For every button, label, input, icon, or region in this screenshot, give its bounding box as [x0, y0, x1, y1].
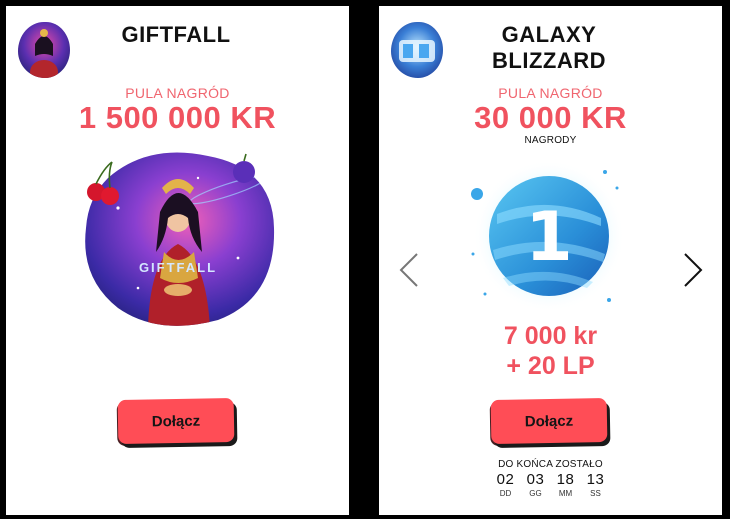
prize-pool-value: 30 000 KR: [474, 100, 627, 135]
prize-pool-label: PULA NAGRÓD: [125, 85, 230, 101]
countdown-days: 02 DD: [496, 471, 515, 499]
prizes-label: NAGRODY: [524, 135, 577, 146]
giftfall-thumbnail[interactable]: [18, 22, 70, 78]
prize-amount: 7 000 kr: [503, 322, 598, 350]
tournament-title-line1: GALAXY: [501, 22, 597, 47]
prize-pool-label: PULA NAGRÓD: [498, 85, 603, 101]
join-button[interactable]: Dołącz: [490, 397, 608, 445]
giftfall-hero-image: GIFTFALL: [78, 148, 278, 328]
prize-pool-value: 1 500 000 KR: [78, 100, 277, 135]
rank-badge: 1: [467, 154, 627, 314]
join-button[interactable]: Dołącz: [117, 397, 235, 445]
rank-number: 1: [525, 198, 572, 277]
prize-points: + 20 LP: [506, 352, 595, 380]
tournament-card-giftfall: GIFTFALL PULA NAGRÓD 1 500 000 KR GIFTFA…: [6, 6, 349, 515]
tournament-title: GIFTFALL: [121, 22, 231, 47]
countdown-label: DO KOŃCA ZOSTAŁO: [498, 459, 603, 470]
tournament-title-line2: BLIZZARD: [492, 48, 606, 73]
tournament-card-galaxy-blizzard: GALAXY BLIZZARD PULA NAGRÓD 30 000 KR NA…: [379, 6, 722, 515]
countdown-timer: 02 DD 03 GG 18 MM 13 SS: [379, 472, 722, 499]
chevron-right-icon[interactable]: [681, 252, 705, 288]
galaxy-blizzard-thumbnail[interactable]: [391, 22, 443, 78]
giftfall-logo-text: GIFTFALL: [139, 260, 217, 275]
countdown-seconds: 13 SS: [586, 471, 605, 499]
countdown-hours: 03 GG: [526, 471, 545, 499]
countdown-minutes: 18 MM: [556, 471, 575, 499]
chevron-left-icon[interactable]: [397, 252, 421, 288]
